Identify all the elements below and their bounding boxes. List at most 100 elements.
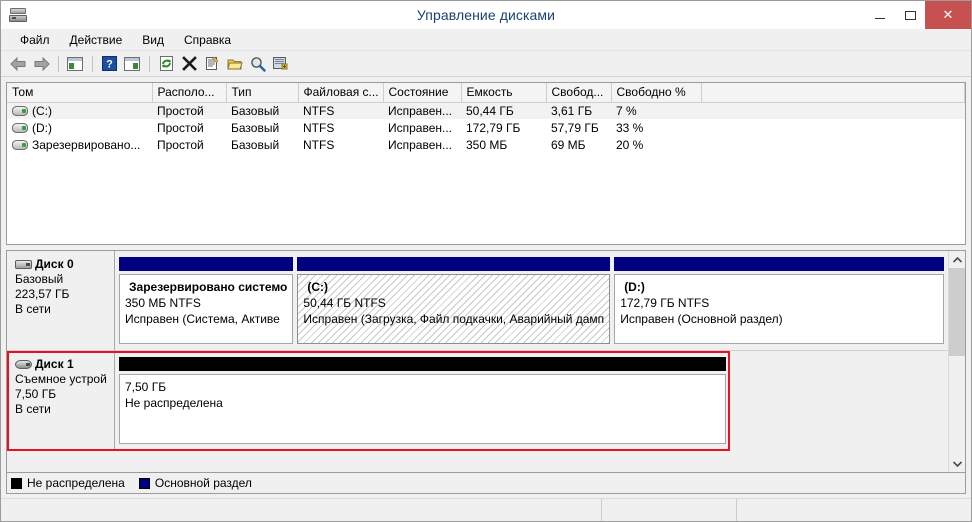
table-row[interactable]: (D:) Простой Базовый NTFS Исправен... 17… (7, 119, 965, 136)
volume-filesystem-cell: NTFS (298, 102, 383, 119)
removable-disk-icon (15, 359, 32, 370)
scrollbar-thumb[interactable] (949, 268, 965, 356)
menu-view[interactable]: Вид (133, 31, 173, 49)
volume-icon (12, 105, 28, 116)
volume-name-cell: Зарезервировано... (7, 136, 152, 153)
volume-status-cell: Исправен... (383, 102, 461, 119)
column-filesystem[interactable]: Файловая с... (298, 83, 384, 103)
volume-status-cell: Исправен... (388, 120, 453, 135)
partition-c-bar (297, 257, 611, 271)
legend-unallocated: Не распределена (11, 476, 125, 490)
volume-icon (12, 139, 28, 150)
close-icon: ✕ (942, 7, 954, 22)
column-layout[interactable]: Располо... (152, 83, 227, 103)
menu-file[interactable]: Файл (11, 31, 59, 49)
column-free[interactable]: Свобод... (546, 83, 612, 103)
disk-1-state: В сети (15, 402, 51, 416)
partition-c-status: Исправен (Загрузка, Файл подкачки, Авари… (303, 312, 605, 326)
legend-primary-partition-swatch (138, 477, 150, 489)
column-status[interactable]: Состояние (383, 83, 462, 103)
delete-icon[interactable] (178, 53, 200, 75)
partition-system-reserved-status: Исправен (Система, Активе (125, 312, 280, 326)
disk-management-window: Управление дисками ✕ Файл Действие Вид С… (0, 0, 972, 522)
menu-help[interactable]: Справка (175, 31, 240, 49)
volume-icon (12, 122, 28, 133)
disk-1-row[interactable]: Диск 1 Съемное устрой 7,50 ГБ В сети 7,5… (7, 351, 730, 451)
open-icon[interactable] (224, 53, 246, 75)
properties-icon[interactable] (201, 53, 223, 75)
partition-system-reserved-label: Зарезервировано системо (129, 280, 288, 294)
partition-d-bar (614, 257, 944, 271)
minimize-button[interactable] (865, 1, 895, 29)
status-pane-1 (1, 499, 602, 521)
volume-type-cell: Базовый (231, 120, 280, 135)
disk-0-row[interactable]: Диск 0 Базовый 223,57 ГБ В сети Зарезерв… (7, 251, 948, 351)
status-pane-3 (737, 499, 971, 521)
partition-c-size: 50,44 ГБ NTFS (303, 296, 386, 310)
table-row[interactable]: (C:) Простой Базовый NTFS Исправен... 50… (7, 102, 965, 119)
volume-label: Зарезервировано... (32, 137, 141, 152)
graph-vertical-scrollbar[interactable] (948, 251, 965, 472)
disk-1-title-line: Диск 1 (15, 357, 109, 371)
partition-d-size: 172,79 ГБ NTFS (620, 296, 710, 310)
volume-capacity-cell: 50,44 ГБ (461, 102, 546, 119)
graphical-view-pane: Диск 0 Базовый 223,57 ГБ В сети Зарезерв… (6, 250, 966, 473)
volume-list-table: Том Располо... Тип Файловая с... Состоян… (7, 83, 965, 153)
refresh-icon[interactable] (155, 53, 177, 75)
window-title: Управление дисками (416, 7, 556, 23)
legend-primary-partition-label: Основной раздел (154, 476, 252, 490)
scrollbar-track[interactable] (949, 268, 965, 455)
table-row[interactable]: Зарезервировано... Простой Базовый NTFS … (7, 136, 965, 153)
rescan-disks-icon[interactable] (247, 53, 269, 75)
menu-action[interactable]: Действие (61, 31, 132, 49)
volume-layout-cell: Простой (157, 120, 204, 135)
partition-unallocated[interactable]: 7,50 ГБ Не распределена (119, 357, 726, 444)
partition-d-label: (D:) (624, 280, 645, 294)
maximize-button[interactable] (895, 1, 925, 29)
scroll-up-icon[interactable] (949, 251, 965, 268)
volume-list-pane[interactable]: Том Располо... Тип Файловая с... Состоян… (6, 82, 966, 245)
svg-text:?: ? (106, 59, 113, 71)
disk-0-title: Диск 0 (35, 257, 74, 271)
volume-list-header-row: Том Располо... Тип Файловая с... Состоян… (7, 83, 965, 103)
partition-system-reserved-size: 350 МБ NTFS (125, 296, 201, 310)
volume-capacity-cell: 172,79 ГБ (466, 120, 521, 135)
volume-label: (D:) (32, 120, 52, 135)
volume-free-percent-cell: 33 % (616, 120, 644, 135)
disk-0-state: В сети (15, 302, 51, 316)
show-hide-action-pane-icon[interactable] (121, 53, 143, 75)
column-type[interactable]: Тип (226, 83, 299, 103)
close-button[interactable]: ✕ (925, 1, 971, 29)
disk-management-icon (9, 6, 27, 24)
scroll-down-icon[interactable] (949, 455, 965, 472)
forward-icon[interactable] (30, 53, 52, 75)
create-vhd-icon[interactable] (270, 53, 292, 75)
disk-1-type: Съемное устрой (15, 372, 107, 386)
graphical-view-content: Диск 0 Базовый 223,57 ГБ В сети Зарезерв… (7, 251, 948, 472)
column-free-percent[interactable]: Свободно % (611, 83, 702, 103)
partition-system-reserved-bar (119, 257, 294, 271)
show-hide-console-tree-icon[interactable] (64, 53, 86, 75)
disk-0-info[interactable]: Диск 0 Базовый 223,57 ГБ В сети (7, 251, 115, 350)
partition-c-body: (C:) 50,44 ГБ NTFS Исправен (Загрузка, Ф… (297, 274, 611, 344)
partition-unallocated-body: 7,50 ГБ Не распределена (119, 374, 726, 444)
help-icon[interactable]: ? (98, 53, 120, 75)
volume-free-percent-cell: 20 % (616, 137, 644, 152)
title-bar[interactable]: Управление дисками ✕ (1, 1, 971, 29)
volume-free-cell: 3,61 ГБ (546, 102, 611, 119)
column-filler (701, 83, 965, 103)
back-icon[interactable] (7, 53, 29, 75)
legend-primary-partition: Основной раздел (138, 476, 252, 490)
partition-system-reserved[interactable]: Зарезервировано системо 350 МБ NTFS Испр… (119, 257, 294, 344)
disk-0-size: 223,57 ГБ (15, 287, 70, 301)
toolbar-separator-1 (58, 55, 59, 72)
column-volume[interactable]: Том (7, 83, 153, 103)
partition-d[interactable]: (D:) 172,79 ГБ NTFS Исправен (Основной р… (614, 257, 944, 344)
legend-unallocated-swatch (11, 477, 22, 489)
legend: Не распределена Основной раздел (6, 473, 966, 494)
volume-layout-cell: Простой (157, 137, 204, 152)
column-capacity[interactable]: Емкость (461, 83, 547, 103)
volume-name-cell: (C:) (7, 102, 152, 119)
partition-c[interactable]: (C:) 50,44 ГБ NTFS Исправен (Загрузка, Ф… (297, 257, 611, 344)
disk-1-info[interactable]: Диск 1 Съемное устрой 7,50 ГБ В сети (7, 351, 115, 450)
